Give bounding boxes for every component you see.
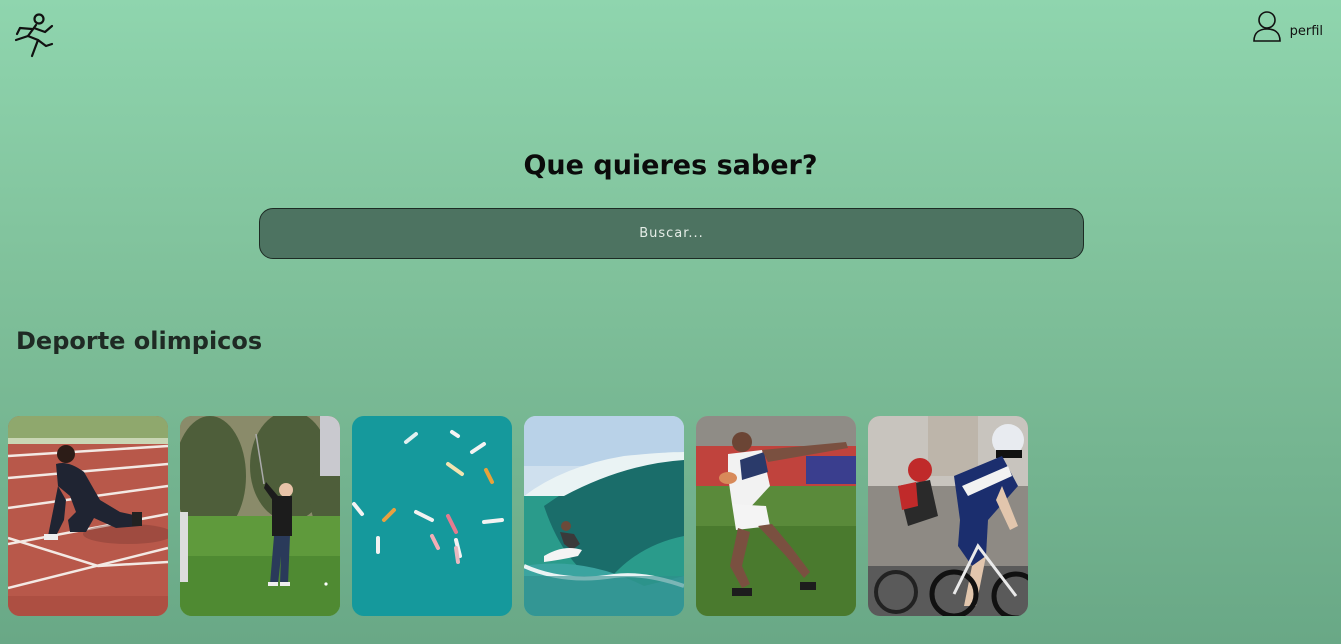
sport-card-surf-aerial[interactable] [352, 416, 512, 616]
profile-link[interactable]: perfil [1252, 10, 1323, 42]
running-person-icon[interactable] [12, 12, 56, 60]
rugby-player-photo [696, 416, 856, 616]
sport-card-golf[interactable] [180, 416, 340, 616]
surfers-aerial-photo [352, 416, 512, 616]
search-input[interactable] [259, 208, 1084, 259]
sport-card-rugby[interactable] [696, 416, 856, 616]
section-title: Deporte olimpicos [16, 327, 263, 355]
golfer-swing-photo [180, 416, 340, 616]
profile-label[interactable]: perfil [1290, 24, 1323, 39]
sport-card-atletismo[interactable] [8, 416, 168, 616]
hero-title: Que quieres saber? [523, 150, 818, 181]
cyclists-race-photo [868, 416, 1028, 616]
user-icon [1252, 11, 1281, 42]
surfer-wave-photo [524, 416, 684, 616]
sport-card-surf[interactable] [524, 416, 684, 616]
sport-card-list [8, 416, 1028, 616]
sport-card-ciclismo[interactable] [868, 416, 1028, 616]
sprinter-on-track-photo [8, 416, 168, 616]
